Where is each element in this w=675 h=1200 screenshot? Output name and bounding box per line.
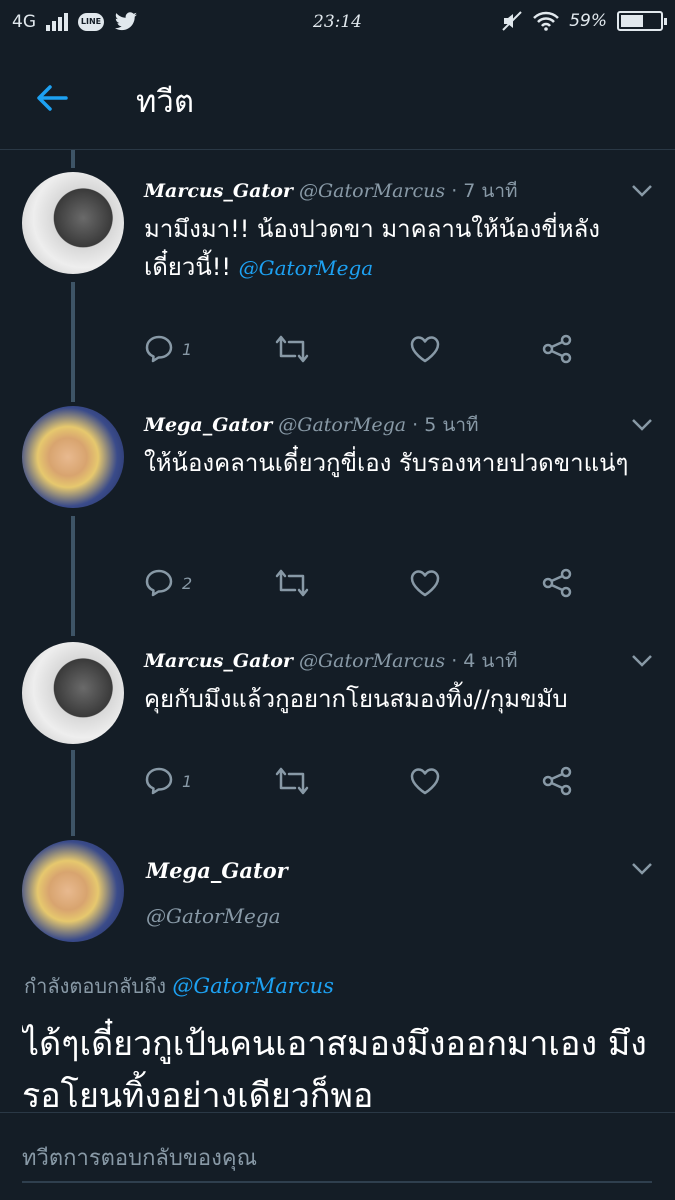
tweet-actions: 1 (144, 332, 584, 366)
share-button[interactable] (542, 566, 572, 600)
share-icon (542, 568, 572, 598)
avatar[interactable] (22, 172, 124, 274)
reply-composer (0, 1112, 675, 1200)
reply-button[interactable]: 1 (144, 332, 192, 366)
reply-count: 1 (182, 339, 193, 359)
arrow-left-icon[interactable] (34, 80, 70, 116)
mention-link[interactable]: @GatorMega (239, 256, 374, 280)
tweet-time: · 7 นาที (451, 180, 518, 202)
tweet-text: ให้น้องคลานเดี๋ยวกูขี่เอง รับรองหายปวดขา… (144, 444, 654, 482)
battery-icon (617, 11, 667, 31)
tweet-meta: Mega_Gator @GatorMega · 5 นาที (144, 410, 479, 440)
tweet-meta: Marcus_Gator @GatorMarcus · 4 นาที (144, 646, 518, 676)
author-handle: @GatorMarcus (298, 180, 446, 202)
tweet-text: คุยกับมึงแล้วกูอยากโยนสมองทิ้ง//กุมขมับ (144, 680, 654, 718)
reply-icon (145, 767, 173, 795)
tweet-time: · 5 นาที (412, 414, 479, 436)
author-handle: @GatorMega (278, 414, 407, 436)
heart-icon (410, 570, 440, 597)
battery-fill (621, 15, 644, 27)
reply-button[interactable]: 1 (144, 764, 192, 798)
author-name[interactable]: Marcus_Gator (144, 650, 293, 672)
share-icon (542, 334, 572, 364)
tweet-meta: Marcus_Gator @GatorMarcus · 7 นาที (144, 176, 518, 206)
heart-icon (410, 336, 440, 363)
author-handle: @GatorMarcus (298, 650, 446, 672)
chevron-down-icon[interactable] (631, 418, 653, 432)
like-button[interactable] (410, 764, 440, 798)
tweet-actions: 2 (144, 566, 584, 600)
reply-count: 2 (182, 573, 193, 593)
tweet-text: มามึงมา!! น้องปวดขา มาคลานให้น้องขี่หลัง… (144, 210, 654, 287)
tweet-body: คุยกับมึงแล้วกูอยากโยนสมองทิ้ง//กุมขมับ (144, 685, 568, 713)
focus-tweet-text: ได้ๆเดี๋ยวกูเป้นคนเอาสมองมึงออกมาเอง มึง… (22, 1024, 647, 1112)
thread-line (71, 516, 75, 636)
wifi-icon (533, 11, 560, 31)
retweet-button[interactable] (274, 566, 310, 600)
reply-button[interactable]: 2 (144, 566, 192, 600)
tweet-time: · 4 นาที (451, 650, 518, 672)
avatar[interactable] (22, 642, 124, 744)
retweet-icon (275, 767, 309, 795)
reply-icon (145, 569, 173, 597)
retweet-button[interactable] (274, 764, 310, 798)
retweet-button[interactable] (274, 332, 310, 366)
avatar[interactable] (22, 840, 124, 942)
author-name[interactable]: Mega_Gator (144, 414, 272, 436)
like-button[interactable] (410, 566, 440, 600)
chevron-down-icon[interactable] (631, 654, 653, 668)
retweet-icon (275, 335, 309, 363)
author-handle: @GatorMega (146, 904, 281, 928)
status-bar: 4G LINE 23:14 59% (0, 0, 675, 46)
retweet-icon (275, 569, 309, 597)
tweet-actions: 1 (144, 764, 584, 798)
chevron-down-icon[interactable] (631, 862, 653, 876)
heart-icon (410, 768, 440, 795)
thread-line (71, 150, 75, 168)
avatar[interactable] (22, 406, 124, 508)
author-name[interactable]: Marcus_Gator (144, 180, 293, 202)
reply-icon (145, 335, 173, 363)
chevron-down-icon[interactable] (631, 184, 653, 198)
page-title: ทวีต (136, 84, 194, 120)
mention-link[interactable]: @GatorMarcus (172, 974, 334, 998)
battery-percent: 59% (569, 11, 607, 31)
share-button[interactable] (542, 764, 572, 798)
replying-to: กำลังตอบกลับถึง @GatorMarcus (24, 970, 334, 1002)
reply-input[interactable] (22, 1135, 652, 1183)
replying-to-label: กำลังตอบกลับถึง (24, 974, 166, 998)
tweet-body: ให้น้องคลานเดี๋ยวกูขี่เอง รับรองหายปวดขา… (144, 449, 629, 477)
author-name[interactable]: Mega_Gator (146, 858, 288, 883)
mute-icon (502, 11, 522, 31)
app-header: ทวีต (0, 46, 675, 150)
thread-line (71, 282, 75, 402)
thread-line (71, 750, 75, 836)
reply-count: 1 (182, 771, 193, 791)
like-button[interactable] (410, 332, 440, 366)
share-icon (542, 766, 572, 796)
share-button[interactable] (542, 332, 572, 366)
